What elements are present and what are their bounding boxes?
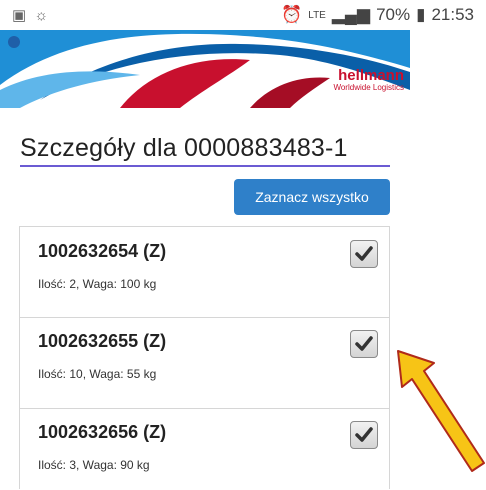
checkmark-icon [355,336,373,351]
select-all-button[interactable]: Zaznacz wszystko [234,179,390,215]
header-banner: hellmann Worldwide Logistics [0,30,410,108]
clock: 21:53 [431,5,474,24]
page-title: Szczegóły dla 0000883483-1 [20,134,348,162]
list-item[interactable]: 1002632656 (Z) Ilość: 3, Waga: 90 kg [20,408,389,490]
checkmark-icon [355,427,373,442]
signal-icon: ▂▄▆ [331,5,371,24]
lte-icon: LTE [308,9,326,21]
item-title: 1002632655 (Z) [38,331,167,351]
item-info: Ilość: 3, Waga: 90 kg [38,458,150,472]
annotation-arrow-icon [397,350,485,472]
item-checkbox[interactable] [350,421,378,449]
gallery-icon: ▣ [12,7,27,24]
title-underline [20,165,390,167]
item-checkbox[interactable] [350,330,378,358]
brightness-icon: ☼ [34,7,49,24]
item-title: 1002632656 (Z) [38,422,167,442]
item-info: Ilość: 10, Waga: 55 kg [38,367,157,381]
list-item[interactable]: 1002632655 (Z) Ilość: 10, Waga: 55 kg [20,317,389,409]
item-checkbox[interactable] [350,240,378,268]
checkmark-icon [355,246,373,261]
brand-logo: hellmann Worldwide Logistics [333,68,404,92]
alarm-icon: ⏰ [281,5,303,24]
item-info: Ilość: 2, Waga: 100 kg [38,277,157,291]
shipment-list: 1002632654 (Z) Ilość: 2, Waga: 100 kg 10… [19,226,390,489]
battery-level: 70% [376,5,411,24]
item-title: 1002632654 (Z) [38,241,167,261]
logo-mark-icon [8,36,20,48]
status-bar: ▣ ☼ ⏰ LTE ▂▄▆ 70% ▮ 21:53 [0,0,486,30]
brand-name: hellmann [338,67,404,84]
battery-icon: ▮ [416,5,426,24]
list-item[interactable]: 1002632654 (Z) Ilość: 2, Waga: 100 kg [20,227,389,318]
status-right: ⏰ LTE ▂▄▆ 70% ▮ 21:53 [281,5,474,25]
brand-tagline: Worldwide Logistics [333,83,404,92]
status-left-icons: ▣ ☼ [12,6,48,24]
